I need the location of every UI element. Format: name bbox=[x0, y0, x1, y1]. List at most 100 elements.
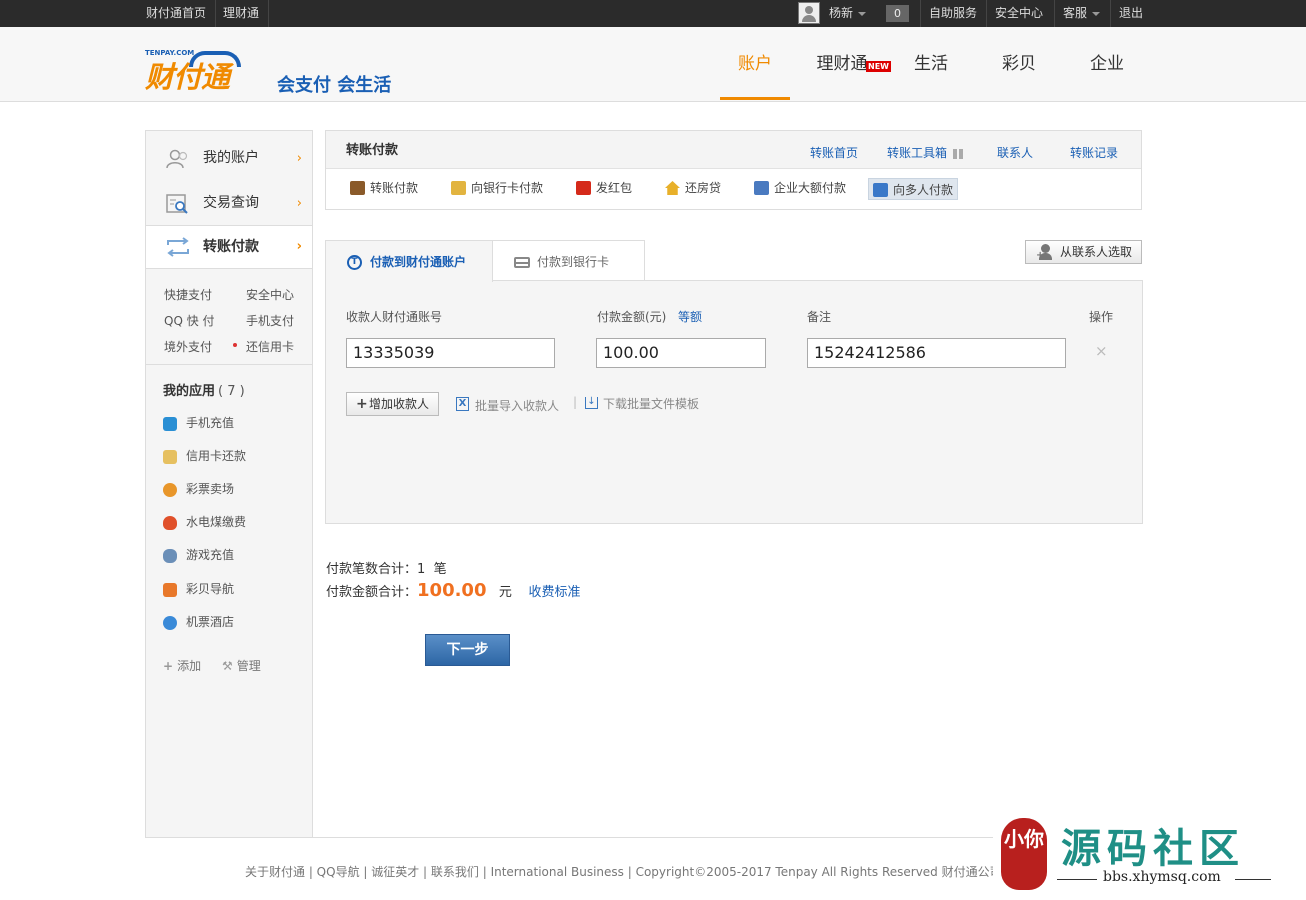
chevron-down-icon bbox=[1092, 11, 1101, 16]
apps-count: ( 7 ) bbox=[218, 384, 245, 399]
logo-slogan: 会支付 会生活 bbox=[277, 75, 392, 96]
plane-icon bbox=[163, 615, 177, 630]
fee-standard-link[interactable]: 收费标准 bbox=[528, 585, 580, 600]
logout-link[interactable]: 退出 bbox=[1110, 0, 1151, 27]
watermark-url: bbs.xhymsq.com bbox=[1103, 869, 1221, 885]
app-mobile-recharge[interactable]: 手机充值 bbox=[163, 414, 234, 432]
security-center-sidebar-link[interactable]: 安全中心 bbox=[246, 286, 294, 303]
action-label: 操作 bbox=[1089, 310, 1114, 324]
transfer-toolbox-link[interactable]: 转账工具箱 bbox=[887, 131, 964, 175]
app-caibei-nav[interactable]: 彩贝导航 bbox=[163, 580, 234, 598]
tool-label: 向多人付款 bbox=[893, 183, 954, 197]
note-label: 备注 bbox=[807, 310, 832, 324]
tab-label: 付款到银行卡 bbox=[537, 255, 610, 269]
seal-stamp: 小你 bbox=[1001, 818, 1047, 890]
plus-icon: + bbox=[356, 396, 368, 412]
tool-label: 发红包 bbox=[596, 181, 633, 195]
message-count-badge[interactable]: 0 bbox=[886, 5, 909, 22]
download-template-link[interactable]: ↓ 下载批量文件模板 bbox=[585, 395, 699, 412]
transfer-home-link[interactable]: 转账首页 bbox=[810, 131, 858, 175]
app-label: 游戏充值 bbox=[186, 548, 235, 562]
app-label: 彩票卖场 bbox=[186, 482, 235, 496]
watermark-rule-left bbox=[1057, 879, 1097, 880]
tenpay-logo[interactable]: TENPAY.COM 财付通 会支付 会生活 bbox=[145, 49, 405, 96]
watermark-title: 源码社区 bbox=[1061, 826, 1245, 872]
sidebar-item-transaction-query[interactable]: 交易查询 › bbox=[146, 181, 312, 226]
user-menu[interactable]: 杨新 bbox=[821, 0, 874, 27]
tool-label: 还房贷 bbox=[685, 181, 722, 195]
nav-life[interactable]: 生活 bbox=[896, 27, 966, 102]
app-label: 机票酒店 bbox=[186, 615, 235, 629]
next-step-button[interactable]: 下一步 bbox=[425, 634, 510, 666]
contacts-link[interactable]: 联系人 bbox=[997, 131, 1033, 175]
app-utilities[interactable]: 水电煤缴费 bbox=[163, 513, 246, 531]
tool-enterprise-payment[interactable]: 企业大额付款 bbox=[750, 177, 850, 199]
user-avatar-icon[interactable] bbox=[798, 2, 820, 24]
tool-label: 转账付款 bbox=[370, 181, 419, 195]
equal-amount-link[interactable]: 等额 bbox=[678, 308, 702, 325]
transfer-panel-header: 转账付款 转账首页 转账工具箱 联系人 转账记录 转账付款 向银行卡付款 发红包… bbox=[325, 130, 1142, 210]
my-apps-title: 我的应用( 7 ) bbox=[163, 380, 245, 399]
tool-transfer[interactable]: 转账付款 bbox=[346, 177, 422, 199]
self-service-link[interactable]: 自助服务 bbox=[920, 0, 985, 27]
flame-icon bbox=[163, 515, 177, 530]
tab-label: 付款到财付通账户 bbox=[370, 255, 467, 269]
nav-caibei[interactable]: 彩贝 bbox=[984, 27, 1054, 102]
add-app-button[interactable]: + 添加 bbox=[163, 657, 201, 674]
red-dot-icon bbox=[233, 343, 237, 347]
chevron-down-icon bbox=[858, 11, 867, 16]
amount-label: 付款金额(元) bbox=[597, 310, 667, 324]
tool-red-packet[interactable]: 发红包 bbox=[572, 177, 636, 199]
app-lottery[interactable]: 彩票卖场 bbox=[163, 480, 234, 498]
customer-service-menu[interactable]: 客服 bbox=[1054, 0, 1108, 27]
tenpay-t-icon: T bbox=[347, 255, 362, 270]
nav-enterprise[interactable]: 企业 bbox=[1072, 27, 1142, 102]
nav-account[interactable]: 账户 bbox=[720, 27, 790, 100]
footer-links: 关于财付通 | QQ导航 | 诚征英才 | 联系我们 | Internation… bbox=[245, 865, 1002, 879]
download-template-label: 下载批量文件模板 bbox=[603, 397, 700, 411]
top-bar: 财付通首页 理财通 杨新 0 自助服务 安全中心 客服 退出 bbox=[0, 0, 1306, 27]
user-name: 杨新 bbox=[829, 6, 854, 20]
quick-pay-link[interactable]: 快捷支付 bbox=[164, 286, 212, 303]
enterprise-icon bbox=[754, 181, 769, 195]
tab-pay-to-tenpay[interactable]: T 付款到财付通账户 bbox=[325, 240, 493, 282]
transfer-records-link[interactable]: 转账记录 bbox=[1070, 131, 1118, 175]
add-payee-button[interactable]: + 增加收款人 bbox=[346, 392, 440, 416]
delete-row-icon[interactable]: × bbox=[1095, 342, 1108, 360]
tab-pay-to-bank[interactable]: 付款到银行卡 bbox=[492, 240, 645, 281]
app-label: 手机充值 bbox=[186, 416, 235, 430]
tool-mortgage[interactable]: 还房贷 bbox=[661, 177, 725, 199]
qq-quick-pay-link[interactable]: QQ 快 付 bbox=[164, 312, 215, 329]
customer-service-label: 客服 bbox=[1063, 6, 1088, 20]
payee-account-label: 收款人财付通账号 bbox=[346, 310, 443, 324]
security-center-link[interactable]: 安全中心 bbox=[986, 0, 1051, 27]
app-game-recharge[interactable]: 游戏充值 bbox=[163, 546, 234, 564]
app-credit-card-repay[interactable]: 信用卡还款 bbox=[163, 447, 246, 465]
home-link[interactable]: 财付通首页 bbox=[137, 0, 217, 27]
overseas-pay-link[interactable]: 境外支付 bbox=[164, 338, 212, 355]
credit-card-repay-link[interactable]: 还信用卡 bbox=[246, 338, 294, 355]
payee-account-input[interactable]: 13335039 bbox=[346, 338, 555, 368]
tool-bank-card[interactable]: 向银行卡付款 bbox=[447, 177, 547, 199]
tool-label: 企业大额付款 bbox=[774, 181, 847, 195]
licaitong-link[interactable]: 理财通 bbox=[214, 0, 270, 27]
amount-summary-label: 付款金额合计： bbox=[326, 585, 418, 600]
multi-user-icon bbox=[873, 183, 888, 197]
payment-count-summary: 付款笔数合计：1 笔 bbox=[326, 558, 447, 577]
select-from-contacts-button[interactable]: + 从联系人选取 bbox=[1025, 240, 1143, 264]
mobile-pay-link[interactable]: 手机支付 bbox=[246, 312, 294, 329]
manage-apps-button[interactable]: ⚒ 管理 bbox=[222, 657, 261, 674]
caibei-icon bbox=[163, 582, 177, 597]
amount-input[interactable]: 100.00 bbox=[596, 338, 766, 368]
note-input[interactable]: 15242412586 bbox=[807, 338, 1066, 368]
panel-title: 转账付款 bbox=[346, 143, 399, 158]
batch-import-link[interactable]: X 批量导入收款人 bbox=[456, 397, 559, 414]
sidebar-item-transfer[interactable]: 转账付款 › bbox=[146, 225, 312, 269]
red-packet-icon bbox=[576, 181, 591, 195]
sidebar-item-my-account[interactable]: 我的账户 › bbox=[146, 136, 312, 181]
card-icon bbox=[514, 257, 530, 268]
tool-multi-payment[interactable]: 向多人付款 bbox=[868, 178, 959, 200]
app-flight-hotel[interactable]: 机票酒店 bbox=[163, 613, 234, 631]
lottery-icon bbox=[163, 482, 177, 497]
count-unit: 笔 bbox=[433, 562, 447, 577]
